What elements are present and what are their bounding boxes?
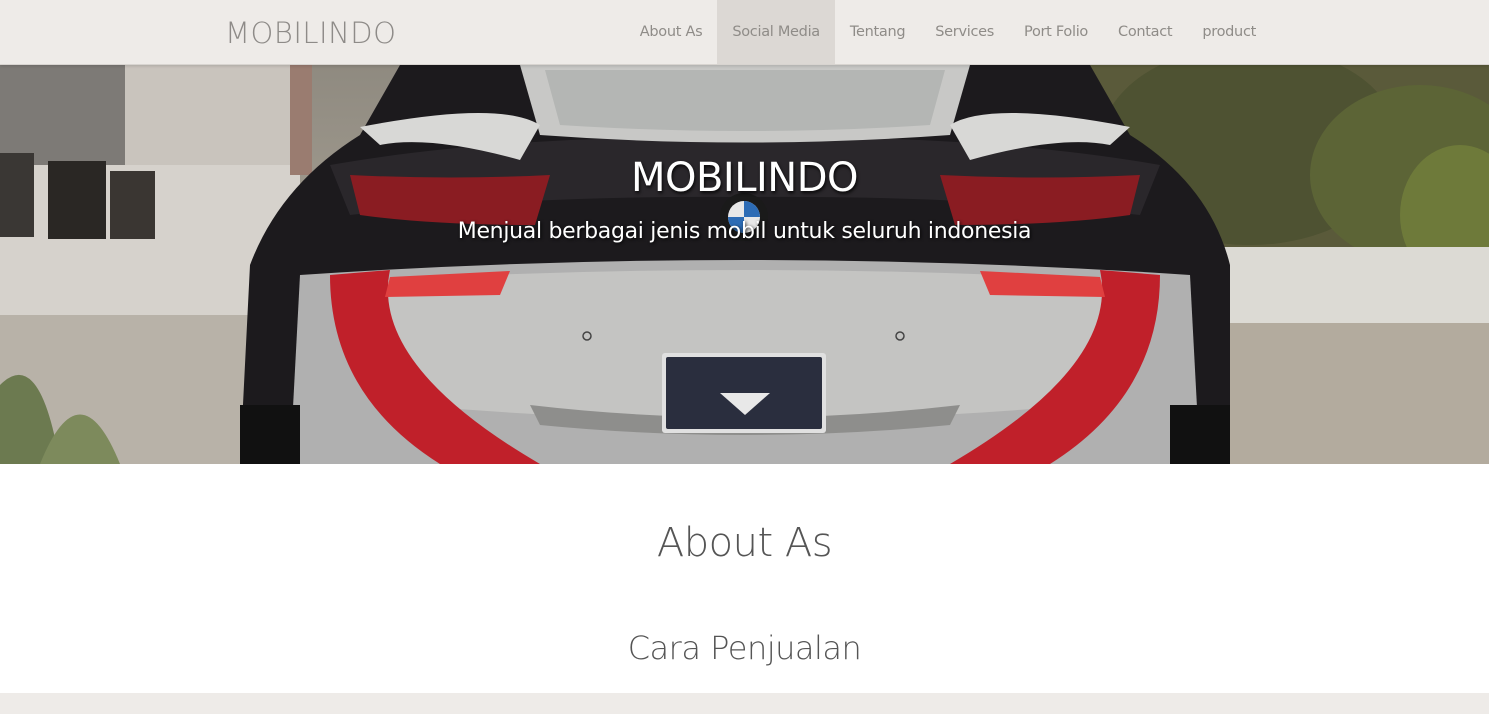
nav-menu: About As Social Media Tentang Services P…	[625, 0, 1271, 64]
nav-item-contact[interactable]: Contact	[1103, 0, 1187, 64]
nav-item-social-media[interactable]: Social Media	[717, 0, 835, 64]
nav-item-services[interactable]: Services	[920, 0, 1009, 64]
nav-item-tentang[interactable]: Tentang	[835, 0, 920, 64]
hero-car-image	[0, 65, 1489, 464]
hero-title: MOBILINDO	[630, 155, 859, 201]
nav-item-port-folio[interactable]: Port Folio	[1009, 0, 1103, 64]
nav-item-product[interactable]: product	[1187, 0, 1271, 64]
navbar: MOBILINDO About As Social Media Tentang …	[0, 0, 1489, 65]
hero-subtitle: Menjual berbagai jenis mobil untuk selur…	[457, 219, 1032, 244]
hero-banner: MOBILINDO Menjual berbagai jenis mobil u…	[0, 65, 1489, 464]
nav-item-about-as[interactable]: About As	[625, 0, 718, 64]
brand-logo[interactable]: MOBILINDO	[225, 15, 396, 51]
about-section-title: About As	[656, 520, 833, 566]
next-section-strip	[0, 693, 1489, 714]
about-section-subtitle: Cara Penjualan	[627, 629, 862, 667]
